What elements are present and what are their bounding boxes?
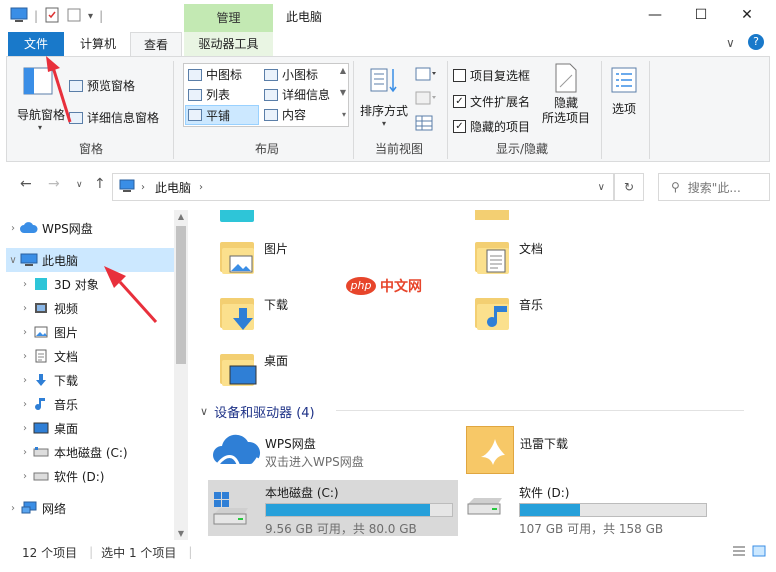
status-selected-count: 选中 1 个项目 [101,545,177,560]
status-item-count: 12 个项目 [22,545,78,560]
status-divider: | [89,545,94,559]
large-icons-view-icon[interactable] [752,545,766,560]
view-switcher [732,545,766,560]
details-view-icon[interactable] [732,545,746,560]
arrow-to-file-tab [46,56,72,123]
annotation-arrows [46,56,158,324]
status-divider: | [188,545,193,559]
arrow-to-this-pc [104,266,158,324]
status-bar: 12 个项目 | 选中 1 个项目 | [0,540,776,564]
